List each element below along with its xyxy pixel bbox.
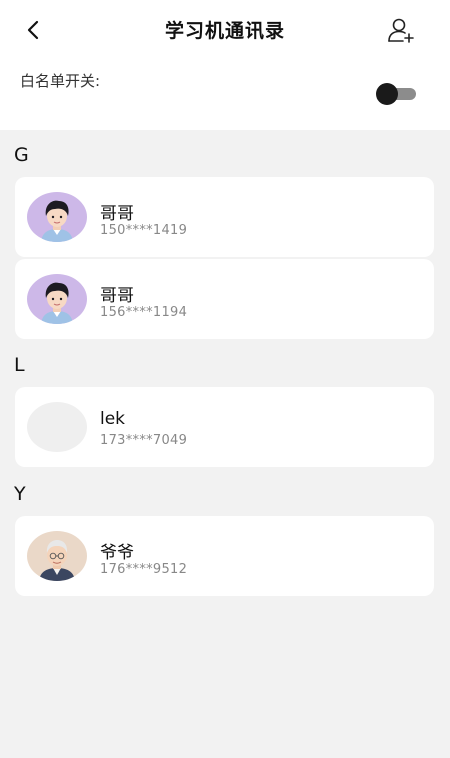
avatar bbox=[27, 531, 87, 581]
boy-avatar-icon bbox=[27, 192, 87, 242]
whitelist-toggle[interactable] bbox=[376, 83, 418, 105]
boy-avatar-icon bbox=[27, 274, 87, 324]
section-header-g: G bbox=[14, 144, 29, 166]
contact-card[interactable]: 哥哥 156****1194 bbox=[15, 259, 434, 339]
contact-phone: 156****1194 bbox=[100, 305, 188, 320]
section-header-l: L bbox=[14, 354, 25, 376]
add-user-icon bbox=[388, 18, 414, 43]
contact-card[interactable]: 哥哥 150****1419 bbox=[15, 177, 434, 257]
grandpa-avatar-icon bbox=[27, 531, 87, 581]
contact-name: 爷爷 bbox=[100, 543, 134, 563]
contact-card[interactable]: lek 173****7049 bbox=[15, 387, 434, 467]
header: 学习机通讯录 白名单开关: bbox=[0, 0, 450, 130]
toggle-knob bbox=[376, 83, 398, 105]
contact-name: 哥哥 bbox=[100, 286, 134, 306]
contact-phone: 150****1419 bbox=[100, 223, 188, 238]
avatar bbox=[27, 274, 87, 324]
contact-card[interactable]: 爷爷 176****9512 bbox=[15, 516, 434, 596]
page-title: 学习机通讯录 bbox=[164, 20, 285, 42]
contact-phone: 173****7049 bbox=[100, 433, 188, 448]
add-contact-button[interactable] bbox=[386, 15, 416, 45]
contact-name: lek bbox=[100, 409, 126, 429]
contact-phone: 176****9512 bbox=[100, 562, 188, 577]
contact-name: 哥哥 bbox=[100, 204, 134, 224]
blank-avatar-icon bbox=[27, 402, 87, 452]
section-header-y: Y bbox=[14, 483, 26, 505]
avatar bbox=[27, 402, 87, 452]
avatar bbox=[27, 192, 87, 242]
whitelist-label: 白名单开关: bbox=[20, 72, 101, 90]
